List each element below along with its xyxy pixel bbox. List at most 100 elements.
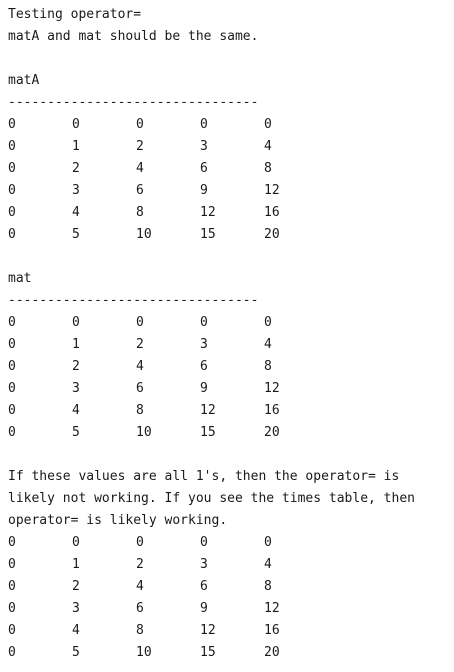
matrix-cell: 8: [136, 623, 144, 638]
matrix-cell: 0: [136, 117, 144, 132]
matrix-row: 0 5 10 15 20: [8, 224, 448, 246]
matrix-cell: 0: [8, 645, 16, 660]
matrix-cell: 0: [8, 183, 16, 198]
matrix-row: 0 4 8 12 16: [8, 620, 448, 642]
matrix-cell: 0: [8, 403, 16, 418]
matrix-cell: 0: [200, 117, 208, 132]
matrix-cell: 9: [200, 183, 208, 198]
matrix-row: 0 0 0 0 0: [8, 114, 448, 136]
matrix-cell: 5: [72, 227, 80, 242]
matrix-label: matA: [8, 73, 40, 88]
matrix-cell: 2: [136, 139, 144, 154]
matrix-cell: 0: [8, 205, 16, 220]
matrix-cell: 1: [72, 139, 80, 154]
matrix-cell: 20: [264, 425, 280, 440]
matrix-cell: 0: [8, 579, 16, 594]
matrix-cell: 4: [72, 623, 80, 638]
matrix-cell: 0: [8, 601, 16, 616]
matrix-row: 0 2 4 6 8: [8, 158, 448, 180]
matrix-cell: 6: [136, 601, 144, 616]
matrix-row: 0 1 2 3 4: [8, 334, 448, 356]
console-output: Testing operator= matA and mat should be…: [8, 4, 448, 664]
matrix-cell: 0: [136, 535, 144, 550]
matrix-cell: 8: [136, 205, 144, 220]
matrix-cell: 1: [72, 337, 80, 352]
note-line: likely not working. If you see the times…: [8, 491, 415, 506]
matrix-row: 0 1 2 3 4: [8, 554, 448, 576]
matrix-cell: 4: [136, 359, 144, 374]
note-line: If these values are all 1's, then the op…: [8, 469, 400, 484]
matrix-row: 0 2 4 6 8: [8, 576, 448, 598]
matrix-cell: 0: [8, 337, 16, 352]
matrix-row: 0 3 6 9 12: [8, 180, 448, 202]
matrix-cell: 6: [136, 183, 144, 198]
matrix-cell: 9: [200, 601, 208, 616]
matrix-row: 0 3 6 9 12: [8, 598, 448, 620]
matrix-cell: 12: [200, 205, 216, 220]
intro-line: Testing operator=: [8, 7, 142, 22]
matrix-row: 0 2 4 6 8: [8, 356, 448, 378]
matrix-cell: 0: [264, 117, 272, 132]
matrix-cell: 2: [72, 359, 80, 374]
matrix-cell: 0: [8, 381, 16, 396]
matrix-cell: 12: [200, 403, 216, 418]
matrix-cell: 0: [8, 227, 16, 242]
matrix-cell: 0: [200, 535, 208, 550]
matrix-cell: 8: [264, 359, 272, 374]
matrix-cell: 0: [136, 315, 144, 330]
matrix-label: mat: [8, 271, 32, 286]
note-line: operator= is likely working.: [8, 513, 228, 528]
intro-line: matA and mat should be the same.: [8, 29, 259, 44]
matrix-cell: 5: [72, 645, 80, 660]
separator-line: --------------------------------: [8, 95, 259, 110]
matrix-cell: 4: [264, 557, 272, 572]
matrix-cell: 0: [8, 315, 16, 330]
matrix-cell: 0: [8, 425, 16, 440]
matrix-table: 0 0 0 0 0 0 1 2 3 4 0 2 4 6 8 0 3 6 9 12 0 4 8 12 16 0 5 10 15 20: [8, 114, 448, 246]
matrix-cell: 12: [200, 623, 216, 638]
matrix-cell: 2: [72, 161, 80, 176]
matrix-cell: 2: [72, 579, 80, 594]
separator-line: --------------------------------: [8, 293, 259, 308]
matrix-cell: 6: [200, 359, 208, 374]
matrix-cell: 12: [264, 601, 280, 616]
matrix-cell: 15: [200, 227, 216, 242]
matrix-cell: 3: [72, 183, 80, 198]
matrix-cell: 1: [72, 557, 80, 572]
matrix-cell: 8: [136, 403, 144, 418]
matrix-cell: 8: [264, 579, 272, 594]
matrix-cell: 3: [72, 381, 80, 396]
matrix-cell: 0: [8, 139, 16, 154]
matrix-row: 0 4 8 12 16: [8, 400, 448, 422]
matrix-cell: 0: [200, 315, 208, 330]
matrix-cell: 0: [72, 315, 80, 330]
matrix-cell: 6: [200, 579, 208, 594]
matrix-cell: 3: [72, 601, 80, 616]
matrix-cell: 20: [264, 645, 280, 660]
matrix-cell: 0: [264, 535, 272, 550]
matrix-cell: 4: [136, 579, 144, 594]
matrix-cell: 0: [8, 557, 16, 572]
matrix-cell: 3: [200, 337, 208, 352]
matrix-cell: 3: [200, 139, 208, 154]
matrix-row: 0 0 0 0 0: [8, 312, 448, 334]
matrix-table: 0 0 0 0 0 0 1 2 3 4 0 2 4 6 8 0 3 6 9 12 0 4 8 12 16 0 5 10 15 20: [8, 532, 448, 664]
matrix-cell: 16: [264, 403, 280, 418]
matrix-cell: 0: [8, 117, 16, 132]
matrix-cell: 12: [264, 381, 280, 396]
matrix-row: 0 1 2 3 4: [8, 136, 448, 158]
matrix-cell: 8: [264, 161, 272, 176]
matrix-cell: 0: [8, 359, 16, 374]
matrix-row: 0 5 10 15 20: [8, 642, 448, 664]
matrix-cell: 6: [200, 161, 208, 176]
matrix-cell: 15: [200, 645, 216, 660]
matrix-row: 0 0 0 0 0: [8, 532, 448, 554]
matrix-cell: 4: [264, 139, 272, 154]
matrix-cell: 2: [136, 337, 144, 352]
matrix-cell: 0: [264, 315, 272, 330]
matrix-cell: 10: [136, 227, 152, 242]
matrix-row: 0 4 8 12 16: [8, 202, 448, 224]
